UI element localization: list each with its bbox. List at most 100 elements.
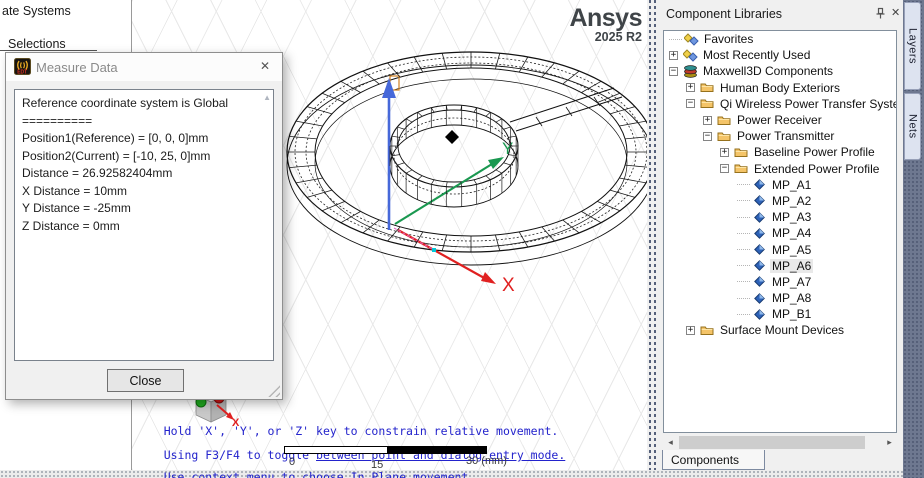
scroll-left-icon[interactable]: ◂: [663, 435, 678, 450]
right-dock-strip: Layers Nets: [903, 0, 924, 478]
folder-icon: [716, 131, 732, 142]
component-libraries-title: Component Libraries: [666, 7, 783, 21]
tree-item-mp-a1[interactable]: MP_A1: [664, 177, 896, 193]
tree-item-mp-a5[interactable]: MP_A5: [664, 241, 896, 257]
tree-item-mp-a7[interactable]: MP_A7: [664, 274, 896, 290]
folder-icon: [733, 163, 749, 174]
tree-item-label[interactable]: MP_A4: [770, 226, 813, 240]
resize-grip[interactable]: [267, 384, 280, 397]
pin-icon[interactable]: [874, 7, 887, 20]
selections-label[interactable]: Selections: [8, 37, 66, 51]
diamond-icon: [751, 195, 767, 207]
horizontal-scrollbar[interactable]: ◂ ▸: [663, 435, 897, 450]
tree-item-label[interactable]: Favorites: [702, 32, 755, 46]
tree-connector: [737, 200, 750, 202]
ansys-version-text: 2025 R2: [594, 30, 642, 44]
diamond-icon: [751, 211, 767, 223]
panel-splitter[interactable]: [647, 0, 658, 470]
measure-line: ==========: [22, 113, 93, 128]
tree-item-label[interactable]: Baseline Power Profile: [752, 145, 877, 159]
close-panel-icon[interactable]: ✕: [891, 6, 900, 19]
tree-item-label[interactable]: MP_A2: [770, 194, 813, 208]
tree-item-label[interactable]: MP_A8: [770, 291, 813, 305]
tree-item-mp-a6[interactable]: MP_A6: [664, 258, 896, 274]
collapse-minus-icon[interactable]: −: [686, 99, 695, 109]
component-libraries-header: Component Libraries ✕: [658, 0, 903, 28]
measure-results-textbox[interactable]: Reference coordinate system is Global ==…: [14, 89, 274, 361]
tree-item-mp-b1[interactable]: MP_B1: [664, 306, 896, 322]
expand-plus-icon[interactable]: +: [686, 83, 695, 93]
tree-item-label[interactable]: Qi Wireless Power Transfer System: [718, 97, 896, 111]
tree-item-label[interactable]: Maxwell3D Components: [701, 64, 835, 78]
collapse-minus-icon[interactable]: −: [703, 131, 712, 141]
tree-item-label[interactable]: Most Recently Used: [701, 48, 812, 62]
diamond-icon: [751, 276, 767, 288]
diamond-icon: [751, 308, 767, 320]
tree-item-label[interactable]: Power Transmitter: [735, 129, 836, 143]
scroll-up-icon[interactable]: ▲: [263, 93, 271, 102]
tree-item-baseline-power-profile[interactable]: + Baseline Power Profile: [664, 144, 896, 160]
tree-item-human-body-exteriors[interactable]: + Human Body Exteriors: [664, 80, 896, 96]
diamond-icon: [751, 260, 767, 272]
tree-item-qi-wireless-power-transfer-system[interactable]: − Qi Wireless Power Transfer System: [664, 96, 896, 112]
scrollbar-thumb[interactable]: [679, 436, 865, 449]
dialog-close-icon[interactable]: ✕: [260, 59, 270, 73]
snap-point: [432, 248, 436, 252]
status-message-3: Use context menu to choose In Plane move…: [163, 470, 476, 478]
tree-item-label[interactable]: MP_A5: [770, 243, 813, 257]
tree-connector: [737, 232, 750, 234]
measure-line: Z Distance = 0mm: [22, 218, 120, 233]
tree-connector: [737, 281, 750, 283]
component-libraries-panel: Component Libraries ✕ Favorites + Most Rec…: [658, 0, 903, 470]
tree-item-surface-mount-devices[interactable]: + Surface Mount Devices: [664, 322, 896, 338]
tree-item-power-transmitter[interactable]: − Power Transmitter: [664, 128, 896, 144]
tree-item-extended-power-profile[interactable]: − Extended Power Profile: [664, 161, 896, 177]
tree-item-label[interactable]: Human Body Exteriors: [718, 81, 842, 95]
collapse-minus-icon[interactable]: −: [669, 66, 678, 76]
center-point-marker: [445, 130, 459, 144]
close-button[interactable]: Close: [107, 369, 184, 392]
scroll-right-icon[interactable]: ▸: [882, 435, 897, 450]
expand-plus-icon[interactable]: +: [703, 115, 712, 125]
scale-label-30mm: 30 (mm): [466, 455, 507, 467]
tree-item-label[interactable]: Surface Mount Devices: [718, 323, 846, 337]
tree-item-label[interactable]: MP_B1: [770, 307, 813, 321]
svg-text:EDT: EDT: [17, 70, 27, 75]
tree-item-label[interactable]: Power Receiver: [735, 113, 824, 127]
expand-plus-icon[interactable]: +: [669, 50, 678, 60]
tree-item-label[interactable]: MP_A7: [770, 275, 813, 289]
tree-connector: [737, 265, 750, 267]
folder-icon: [699, 82, 715, 93]
measure-data-dialog[interactable]: EDT Measure Data ✕ Reference coordinate …: [5, 52, 283, 400]
tree-item-mp-a3[interactable]: MP_A3: [664, 209, 896, 225]
tree-item-mp-a8[interactable]: MP_A8: [664, 290, 896, 306]
x-axis-label: X: [502, 275, 515, 296]
coordinate-systems-label[interactable]: ate Systems: [2, 4, 71, 18]
measure-data-icon: EDT: [14, 58, 31, 75]
tree-item-label[interactable]: MP_A1: [770, 178, 813, 192]
expand-plus-icon[interactable]: +: [720, 147, 729, 157]
tab-nets[interactable]: Nets: [904, 93, 921, 160]
expand-plus-icon[interactable]: +: [686, 325, 695, 335]
tree-item-maxwell3d-components[interactable]: − Maxwell3D Components: [664, 63, 896, 79]
tree-item-power-receiver[interactable]: + Power Receiver: [664, 112, 896, 128]
collapse-minus-icon[interactable]: −: [720, 164, 729, 174]
folder-icon: [716, 115, 732, 126]
tree-item-most-recently-used[interactable]: + Most Recently Used: [664, 47, 896, 63]
tab-layers[interactable]: Layers: [904, 2, 921, 90]
tree-item-favorites[interactable]: Favorites: [664, 31, 896, 47]
diamond-icon: [751, 244, 767, 255]
tree-item-mp-a2[interactable]: MP_A2: [664, 193, 896, 209]
components-tab[interactable]: Components: [662, 450, 765, 470]
scale-ruler-white-segment: [284, 446, 388, 454]
diamond-icon: [751, 292, 767, 304]
dialog-title-bar[interactable]: EDT Measure Data ✕: [6, 53, 282, 81]
ansys-watermark: Ansys 2025 R2: [560, 6, 642, 45]
tree-item-label[interactable]: MP_A3: [770, 210, 813, 224]
scale-ruler-black-segment: [388, 446, 487, 454]
measure-line: Position2(Current) = [-10, 25, 0]mm: [22, 148, 211, 163]
tree-item-label[interactable]: Extended Power Profile: [752, 162, 881, 176]
tree-item-label[interactable]: MP_A6: [770, 258, 814, 273]
tree-item-mp-a4[interactable]: MP_A4: [664, 225, 896, 241]
component-tree[interactable]: Favorites + Most Recently Used − Maxwell3D C…: [663, 30, 897, 433]
